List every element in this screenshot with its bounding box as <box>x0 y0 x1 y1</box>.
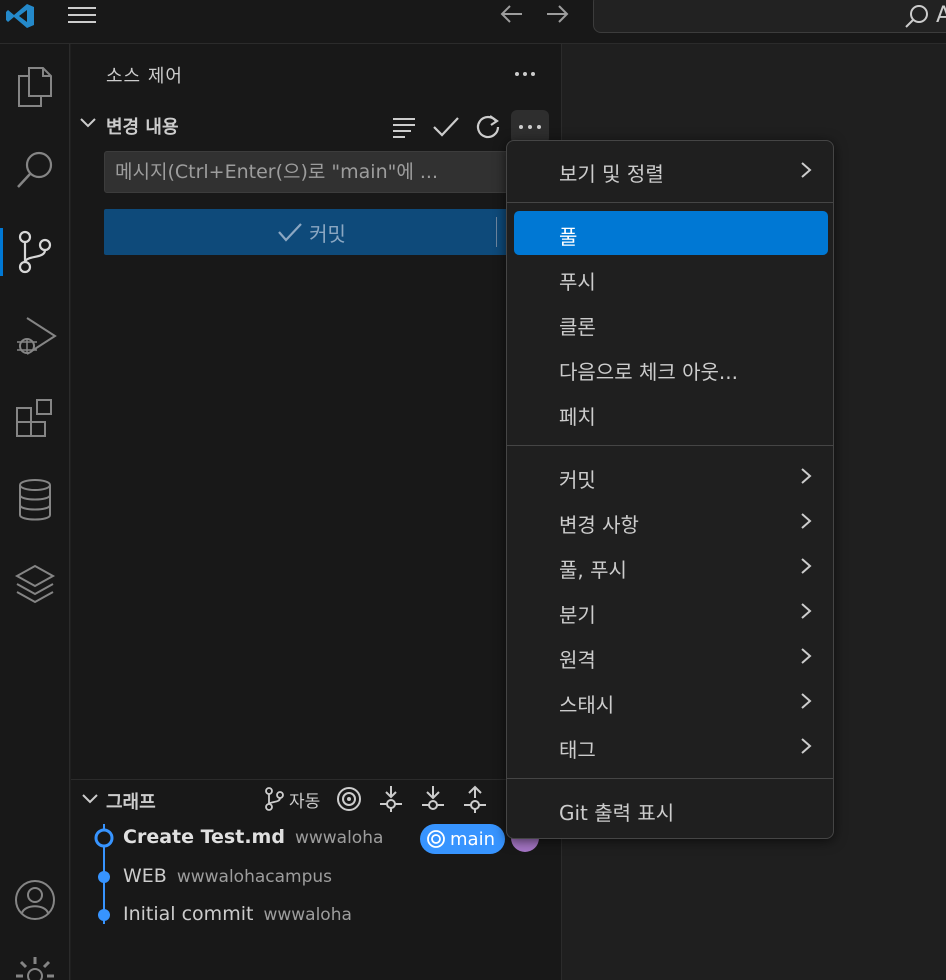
graph-commit-row[interactable]: WEB wwwalohacampus <box>71 857 561 895</box>
back-arrow-icon[interactable] <box>498 2 526 26</box>
auto-label: 자동 <box>289 791 321 812</box>
chevron-right-icon <box>801 648 812 664</box>
graph-commit-row[interactable]: Initial commit wwwaloha <box>71 895 561 933</box>
more-actions-icon[interactable] <box>511 62 539 86</box>
search-icon[interactable] <box>0 140 70 200</box>
scm-more-actions-menu: 보기 및 정렬 풀 푸시 클론 다음으로 체크 아웃... 페치 커밋 변경 사… <box>506 140 834 839</box>
chevron-right-icon <box>801 558 812 574</box>
menu-item-commit[interactable]: 커밋 <box>514 454 828 498</box>
menu-item-checkout-to[interactable]: 다음으로 체크 아웃... <box>514 346 828 390</box>
commit-message: Create Test.md wwwaloha <box>123 826 384 848</box>
command-center[interactable]: A <box>593 0 946 33</box>
push-icon[interactable] <box>462 784 488 814</box>
changes-section-header[interactable]: 변경 내용 <box>79 110 549 144</box>
menu-separator <box>507 445 833 446</box>
chevron-right-icon <box>801 162 812 178</box>
run-debug-icon[interactable] <box>0 306 70 366</box>
commit-message-input[interactable]: 메시지(Ctrl+Enter(으)로 "main"에 ... <box>104 151 519 193</box>
explorer-icon[interactable] <box>0 56 70 116</box>
target-icon <box>427 830 445 848</box>
source-control-icon[interactable] <box>0 222 70 282</box>
vscode-logo-icon[interactable] <box>4 2 36 30</box>
list-icon <box>393 118 415 138</box>
source-control-sidebar: 소스 제어 변경 내용 메시지(Ctrl+Enter(으)로 "main"에 .… <box>71 44 562 980</box>
forward-arrow-icon[interactable] <box>543 2 571 26</box>
check-icon <box>433 117 459 137</box>
menu-item-show-git-output[interactable]: Git 출력 표시 <box>514 787 828 831</box>
menu-item-remote[interactable]: 원격 <box>514 634 828 678</box>
menu-item-branch[interactable]: 분기 <box>514 589 828 633</box>
chevron-down-icon <box>82 794 98 804</box>
refresh-icon <box>476 115 500 139</box>
commit-author: wwwaloha <box>263 905 352 925</box>
commit-dot-icon <box>98 909 110 921</box>
database-icon[interactable] <box>0 470 70 530</box>
sidebar-title: 소스 제어 <box>106 66 183 87</box>
branch-icon <box>265 787 284 811</box>
extensions-icon[interactable] <box>0 388 70 448</box>
commit-button-divider <box>496 217 497 247</box>
view-as-tree-button[interactable] <box>385 110 423 144</box>
menu-item-fetch[interactable]: 페치 <box>514 391 828 435</box>
commit-button-label: 커밋 <box>309 221 346 246</box>
more-actions-button[interactable] <box>511 110 549 144</box>
commit-dot-icon <box>98 871 110 883</box>
search-icon <box>905 5 928 28</box>
branch-badge[interactable]: main <box>420 824 505 854</box>
menu-item-stash[interactable]: 스태시 <box>514 679 828 723</box>
chevron-right-icon <box>801 513 812 529</box>
menu-item-push[interactable]: 푸시 <box>514 256 828 300</box>
chevron-down-icon <box>80 118 96 128</box>
layers-icon[interactable] <box>0 554 70 614</box>
head-commit-icon <box>94 828 114 848</box>
activity-bar <box>0 44 70 980</box>
menu-separator <box>507 778 833 779</box>
chevron-right-icon <box>801 603 812 619</box>
graph-section-title: 그래프 <box>106 792 156 813</box>
chevron-right-icon <box>801 693 812 709</box>
chevron-right-icon <box>801 468 812 484</box>
commit-button[interactable]: 커밋 <box>104 209 519 255</box>
menu-separator <box>507 202 833 203</box>
commit-check-button[interactable] <box>427 110 465 144</box>
graph-commit-row[interactable]: Create Test.md wwwaloha main <box>71 818 561 856</box>
commit-message: WEB wwwalohacampus <box>123 865 333 887</box>
refresh-button[interactable] <box>469 110 507 144</box>
menu-item-view-sort[interactable]: 보기 및 정렬 <box>514 148 828 192</box>
account-icon[interactable] <box>0 870 70 930</box>
ellipsis-icon <box>519 125 541 129</box>
menu-item-clone[interactable]: 클론 <box>514 301 828 345</box>
graph-toolbar: 자동 <box>263 784 488 814</box>
chevron-right-icon <box>801 738 812 754</box>
commit-message: Initial commit wwwaloha <box>123 903 352 925</box>
command-center-text: A <box>936 3 946 28</box>
commit-author: wwwalohacampus <box>176 867 333 887</box>
fetch-icon[interactable] <box>378 784 404 814</box>
menu-item-tags[interactable]: 태그 <box>514 724 828 768</box>
menu-item-pull-push[interactable]: 풀, 푸시 <box>514 544 828 588</box>
commit-author: wwwaloha <box>294 828 384 848</box>
menu-item-pull[interactable]: 풀 <box>514 211 828 255</box>
changes-toolbar <box>385 110 549 144</box>
menu-icon[interactable] <box>66 4 98 24</box>
menu-item-changes[interactable]: 변경 사항 <box>514 499 828 543</box>
pull-icon[interactable] <box>420 784 446 814</box>
check-icon <box>278 223 302 242</box>
branch-name: main <box>450 828 495 850</box>
graph-section-header[interactable]: 그래프 자동 <box>71 779 561 819</box>
target-icon[interactable] <box>336 786 362 812</box>
settings-gear-icon[interactable] <box>0 946 70 980</box>
changes-section-title: 변경 내용 <box>106 117 179 138</box>
title-bar: A <box>0 0 946 44</box>
auto-branch-selector[interactable]: 자동 <box>263 786 320 812</box>
